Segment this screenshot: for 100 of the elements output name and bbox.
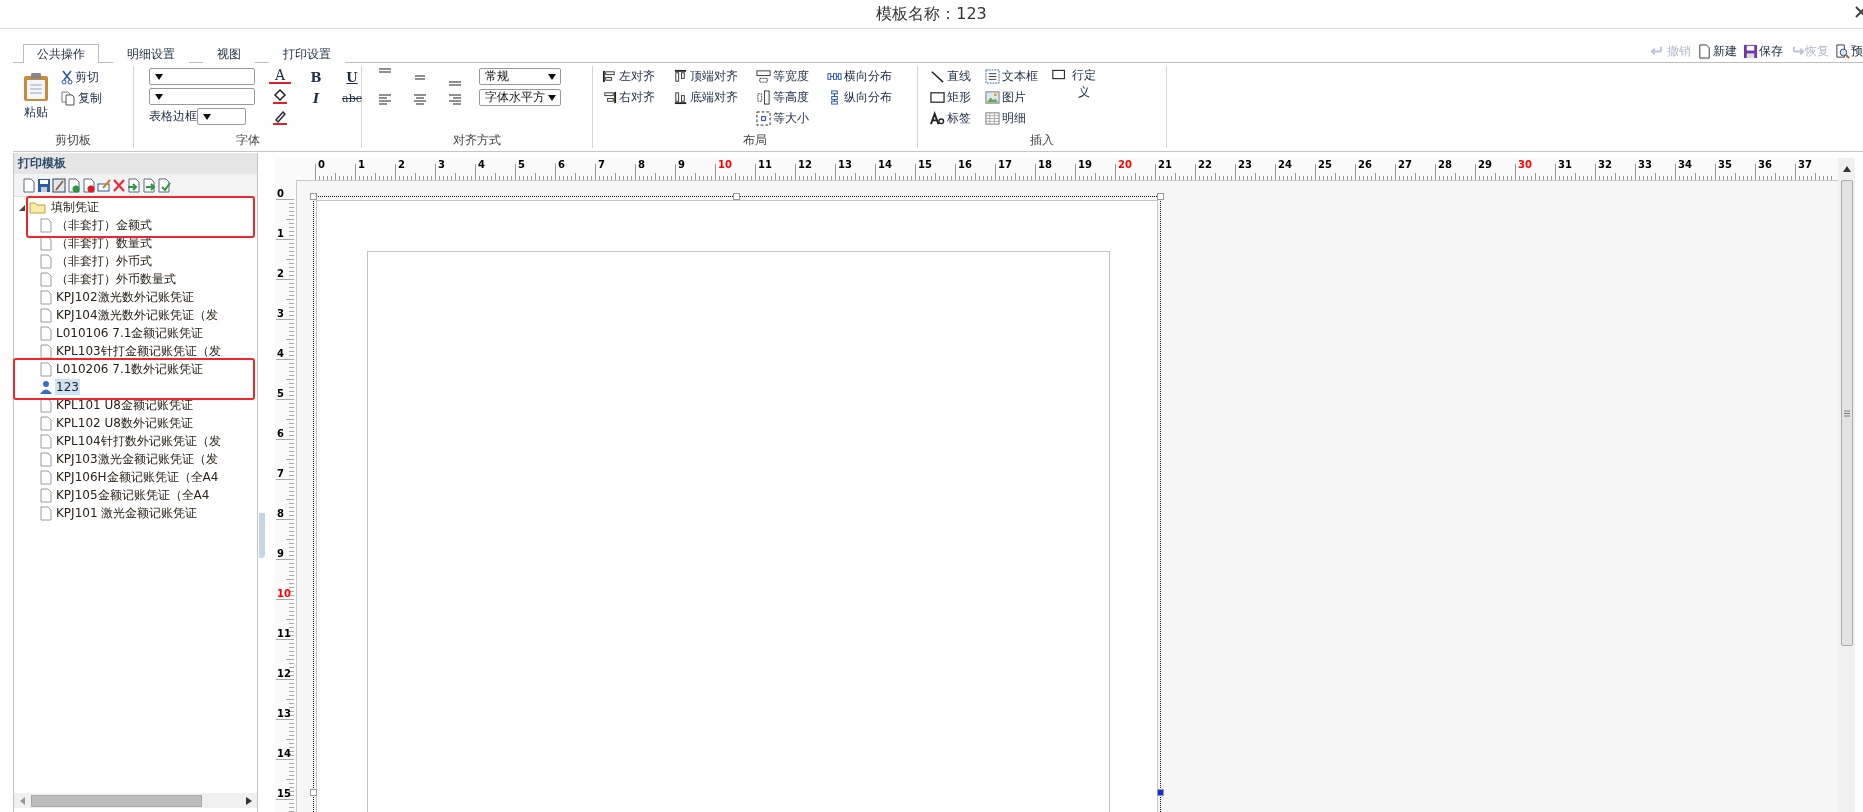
preview-button[interactable]: 预 (1835, 42, 1863, 60)
tree-item[interactable]: （非套打）金额式 (55, 215, 153, 235)
resize-handle[interactable] (1157, 789, 1164, 796)
resize-handle[interactable] (1157, 193, 1164, 200)
right-align-icon (448, 93, 462, 105)
rowdef-button[interactable]: 行定义 (1052, 67, 1100, 101)
panel-tool-button[interactable] (111, 177, 126, 193)
ruler-number: 2 (277, 268, 284, 279)
tree-item[interactable]: KPJ106H金额记账凭证（全A4 (55, 467, 220, 487)
delete-icon (111, 177, 126, 193)
tree-item[interactable]: KPJ101 激光金额记账凭证 (55, 503, 199, 523)
paste-button[interactable]: 粘贴 (19, 68, 53, 133)
tree-item[interactable]: KPJ104激光数外记账凭证（发 (55, 305, 219, 325)
line-button[interactable]: 直线 (930, 67, 971, 85)
panel-tool-button[interactable] (156, 177, 171, 193)
panel-tool-button[interactable] (81, 177, 96, 193)
distribute-h-button[interactable]: 横向分布 (827, 67, 892, 85)
same-height-button[interactable]: 等高度 (756, 88, 809, 106)
ruler-number: 25 (1318, 159, 1332, 170)
copy-button[interactable]: 复制 (61, 89, 102, 107)
table-border-dropdown[interactable] (197, 108, 246, 125)
rectangle-icon (930, 89, 945, 105)
panel-tool-button[interactable] (126, 177, 141, 193)
splitter-handle[interactable] (259, 512, 265, 558)
italic-button[interactable]: I (305, 89, 327, 107)
strikethrough-button[interactable]: abc (341, 89, 363, 107)
ruler-number: 27 (1398, 159, 1412, 170)
panel-tool-button[interactable] (96, 177, 111, 193)
new-button[interactable]: 新建 (1697, 42, 1737, 60)
ruler-number: 24 (1278, 159, 1292, 170)
panel-tool-button[interactable] (36, 177, 51, 193)
tree-item[interactable]: KPL104针打数外记账凭证（发 (55, 431, 222, 451)
scroll-thumb[interactable] (31, 794, 202, 807)
ruler-number: 37 (1798, 159, 1812, 170)
font-color-button[interactable]: A (269, 68, 291, 84)
tree-item[interactable]: L010106 7.1金额记账凭证 (55, 323, 205, 343)
tree-item[interactable]: KPL103针打金额记账凭证（发 (55, 341, 222, 361)
panel-tool-button[interactable] (66, 177, 81, 193)
align-bottom-button[interactable]: 底端对齐 (673, 88, 738, 106)
dropdown-arrow-icon (203, 113, 211, 120)
ruler-number: 12 (277, 668, 291, 679)
resize-handle[interactable] (733, 193, 740, 200)
tree-item[interactable]: 填制凭证 (50, 197, 100, 217)
ribbon-tab[interactable]: 视图 (203, 45, 255, 63)
rect-button[interactable]: 矩形 (930, 88, 971, 106)
textbox-button[interactable]: 文本框 (985, 67, 1038, 85)
ruler-number: 4 (277, 348, 284, 359)
ruler-number: 13 (838, 159, 852, 170)
ruler-number: 6 (277, 428, 284, 439)
save-button[interactable]: 保存 (1743, 42, 1783, 60)
cut-button[interactable]: 剪切 (61, 68, 102, 86)
tree-item[interactable]: （非套打）外币式 (55, 251, 153, 271)
tree-item[interactable]: KPJ102激光数外记账凭证 (55, 287, 195, 307)
same-width-button[interactable]: 等宽度 (756, 67, 809, 85)
resize-handle[interactable] (310, 193, 317, 200)
align-right-button[interactable]: 右对齐 (602, 88, 655, 106)
tree-item[interactable]: L010206 7.1数外记账凭证 (55, 359, 205, 379)
vertical-scrollbar[interactable] (1838, 180, 1855, 812)
scroll-thumb[interactable] (1840, 180, 1853, 646)
tree-item[interactable]: 123 (55, 379, 80, 395)
underline-button[interactable]: U (341, 68, 363, 86)
grip-icon (1843, 409, 1850, 417)
image-button[interactable]: 图片 (985, 88, 1038, 106)
document-delete-icon (81, 177, 96, 193)
detail-button[interactable]: 明细 (985, 109, 1038, 127)
right-arrow-icon (245, 796, 252, 805)
dropdown-arrow-icon (155, 93, 163, 100)
bold-button[interactable]: B (305, 68, 327, 86)
same-size-button[interactable]: 等大小 (756, 109, 809, 127)
document-icon (1697, 43, 1712, 59)
tree-item[interactable]: KPL102 U8数外记账凭证 (55, 413, 194, 433)
ruler-number: 18 (1038, 159, 1052, 170)
ruler-number: 20 (1118, 159, 1132, 170)
left-align-icon (378, 93, 392, 105)
ruler-number: 14 (878, 159, 892, 170)
align-top-button[interactable]: 顶端对齐 (673, 67, 738, 85)
ribbon-tab[interactable]: 明细设置 (113, 45, 189, 63)
text-direction-dropdown[interactable]: 字体水平方 (479, 89, 561, 106)
distribute-v-button[interactable]: 纵向分布 (827, 88, 892, 106)
ribbon-tab[interactable]: 公共操作 (23, 44, 99, 63)
document-icon (40, 289, 52, 305)
tree-item[interactable]: KPL101 U8金额记账凭证 (55, 395, 194, 415)
tree-item[interactable]: （非套打）外币数量式 (55, 269, 177, 289)
tree-item[interactable]: KPJ105金额记账凭证（全A4 (55, 485, 211, 505)
ribbon-tab[interactable]: 打印设置 (269, 45, 345, 63)
person-icon (40, 380, 52, 394)
align-left-button[interactable]: 左对齐 (602, 67, 655, 85)
label-button[interactable]: 标签 (930, 109, 971, 127)
scroll-up-button[interactable] (1838, 158, 1855, 180)
tree-item[interactable]: KPJ103激光金额记账凭证（发 (55, 449, 219, 469)
resize-handle[interactable] (310, 789, 317, 796)
font-label-icon (930, 110, 945, 126)
tree-item[interactable]: （非套打）数量式 (55, 233, 153, 253)
panel-tool-button[interactable] (51, 177, 66, 193)
panel-tool-button[interactable] (21, 177, 36, 193)
horizontal-scrollbar[interactable] (14, 793, 257, 808)
ruler-number: 3 (438, 159, 445, 170)
font-name-dropdown[interactable] (149, 68, 255, 85)
text-style-dropdown[interactable]: 常规 (479, 68, 561, 85)
panel-tool-button[interactable] (141, 177, 156, 193)
